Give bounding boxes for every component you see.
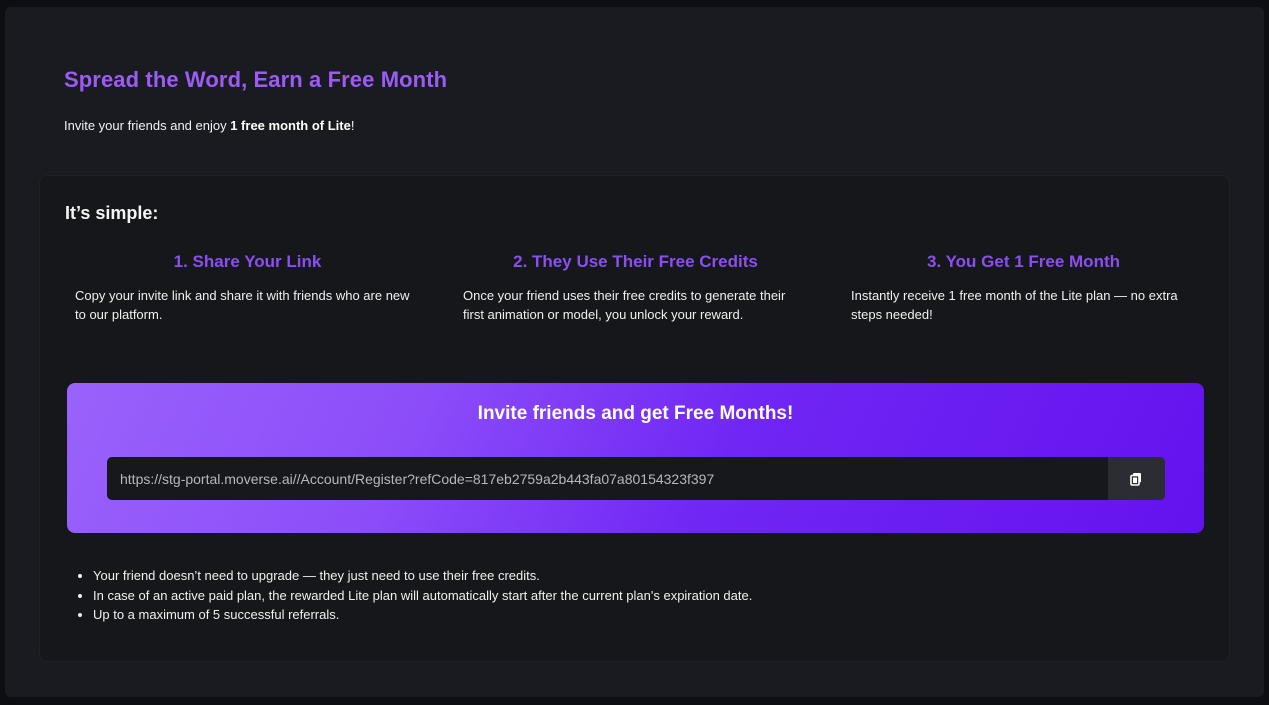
- invite-link-input[interactable]: [107, 457, 1108, 500]
- referral-modal: Spread the Word, Earn a Free Month Invit…: [5, 7, 1264, 697]
- steps-heading: It’s simple:: [65, 203, 159, 223]
- invite-link-box: [107, 457, 1165, 500]
- referral-card: It’s simple: 1. Share Your Link Copy you…: [39, 175, 1230, 662]
- step-title: 2. They Use Their Free Credits: [513, 252, 758, 271]
- copy-link-button[interactable]: [1108, 457, 1165, 500]
- step-description: Once your friend uses their free credits…: [463, 288, 786, 322]
- referral-notes: Your friend doesn’t need to upgrade — th…: [77, 566, 752, 625]
- step-title: 1. Share Your Link: [173, 252, 322, 271]
- subtitle-prefix: Invite your friends and enjoy: [64, 118, 231, 133]
- invite-banner-title: Invite friends and get Free Months!: [477, 403, 794, 424]
- step-free-month: 3. You Get 1 Free Month Instantly receiv…: [851, 252, 1196, 324]
- step-description: Instantly receive 1 free month of the Li…: [851, 288, 1178, 322]
- invite-banner: Invite friends and get Free Months!: [67, 383, 1204, 533]
- page-title: Spread the Word, Earn a Free Month: [64, 67, 448, 92]
- note-item: In case of an active paid plan, the rewa…: [93, 586, 752, 606]
- step-use-credits: 2. They Use Their Free Credits Once your…: [463, 252, 808, 324]
- subtitle-highlight: 1 free month of Lite: [230, 118, 351, 133]
- note-item: Your friend doesn’t need to upgrade — th…: [93, 566, 752, 586]
- step-title: 3. You Get 1 Free Month: [926, 252, 1120, 271]
- subtitle-suffix: !: [350, 118, 355, 133]
- subtitle: Invite your friends and enjoy 1 free mon…: [64, 118, 354, 133]
- note-item: Up to a maximum of 5 successful referral…: [93, 605, 752, 625]
- step-description: Copy your invite link and share it with …: [75, 288, 410, 322]
- step-share-link: 1. Share Your Link Copy your invite link…: [75, 252, 420, 324]
- copy-icon: [1129, 472, 1141, 486]
